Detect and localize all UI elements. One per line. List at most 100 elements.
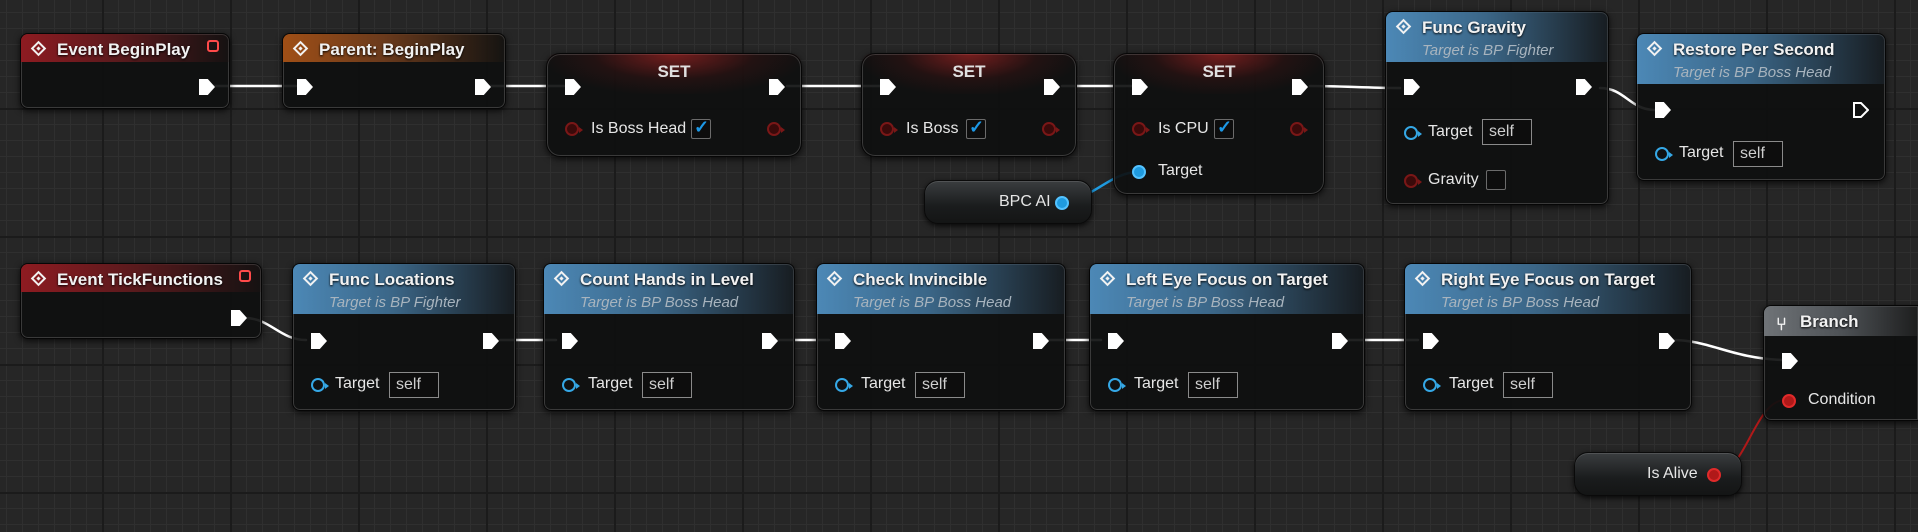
node-title: Left Eye Focus on Target xyxy=(1126,270,1328,289)
branch-icon: ⑂ xyxy=(1776,314,1787,334)
checkmark-icon: ✓ xyxy=(694,117,710,137)
bpc-ai-variable-node[interactable]: BPC AI xyxy=(924,180,1092,224)
target-self-field[interactable]: self xyxy=(1188,372,1238,398)
set-is-boss-node[interactable]: SET Is Boss ✓ xyxy=(861,53,1077,157)
exec-out-pin[interactable] xyxy=(483,333,499,349)
node-title: SET xyxy=(657,62,691,81)
exec-out-pin[interactable] xyxy=(1659,333,1675,349)
target-in-pin[interactable] xyxy=(311,378,329,392)
object-out-pin[interactable] xyxy=(1055,196,1069,210)
node-subtitle: Target is BP Boss Head xyxy=(1673,64,1832,81)
node-title: Parent: BeginPlay xyxy=(319,40,465,59)
bool-out-pin[interactable] xyxy=(1290,122,1308,136)
node-subtitle: Target is BP Fighter xyxy=(329,294,461,311)
target-label: Target xyxy=(1428,123,1473,140)
exec-in-pin[interactable] xyxy=(835,333,851,349)
exec-out-pin[interactable] xyxy=(231,310,247,326)
check-invincible-node[interactable]: Check Invincible Target is BP Boss Head … xyxy=(816,263,1066,411)
target-label: Target xyxy=(1449,375,1494,392)
event-beginplay-node[interactable]: Event BeginPlay xyxy=(20,33,230,109)
restore-per-second-node[interactable]: Restore Per Second Target is BP Boss Hea… xyxy=(1636,33,1886,181)
node-title: Func Locations xyxy=(329,270,455,289)
checkmark-icon: ✓ xyxy=(1217,117,1233,137)
target-label: Target xyxy=(861,375,906,392)
exec-in-pin[interactable] xyxy=(562,333,578,349)
target-in-pin[interactable] xyxy=(1423,378,1441,392)
exec-out-pin[interactable] xyxy=(1576,79,1592,95)
left-eye-focus-node[interactable]: Left Eye Focus on Target Target is BP Bo… xyxy=(1089,263,1365,411)
target-self-field[interactable]: self xyxy=(1733,141,1783,167)
node-subtitle: Target is BP Boss Head xyxy=(1126,294,1285,311)
exec-out-pin[interactable] xyxy=(762,333,778,349)
branch-node[interactable]: ⑂ Branch Condition xyxy=(1763,305,1918,421)
node-subtitle: Target is BP Boss Head xyxy=(580,294,739,311)
target-self-field[interactable]: self xyxy=(642,372,692,398)
target-in-pin[interactable] xyxy=(1108,378,1126,392)
node-subtitle: Target is BP Boss Head xyxy=(853,294,1012,311)
target-self-field[interactable]: self xyxy=(389,372,439,398)
exec-out-pin[interactable] xyxy=(475,79,491,95)
node-title: Count Hands in Level xyxy=(580,270,754,289)
is-boss-head-checkbox[interactable]: ✓ xyxy=(691,117,711,139)
exec-in-pin[interactable] xyxy=(297,79,313,95)
exec-in-pin[interactable] xyxy=(1404,79,1420,95)
variable-label: Is CPU xyxy=(1158,120,1209,137)
delegate-square-icon[interactable] xyxy=(207,40,219,52)
condition-in-pin[interactable] xyxy=(1782,394,1796,408)
target-in-pin[interactable] xyxy=(1655,147,1673,161)
count-hands-in-level-node[interactable]: Count Hands in Level Target is BP Boss H… xyxy=(543,263,795,411)
is-alive-variable-node[interactable]: Is Alive xyxy=(1574,452,1742,496)
exec-in-pin[interactable] xyxy=(1655,102,1671,118)
node-title: Event BeginPlay xyxy=(57,40,191,59)
right-eye-focus-node[interactable]: Right Eye Focus on Target Target is BP B… xyxy=(1404,263,1692,411)
variable-label: Is Boss xyxy=(906,120,959,137)
exec-in-pin[interactable] xyxy=(1423,333,1439,349)
bool-in-pin[interactable] xyxy=(1132,122,1150,136)
gravity-checkbox[interactable] xyxy=(1486,170,1506,190)
exec-out-pin[interactable] xyxy=(1332,333,1348,349)
exec-out-pin[interactable] xyxy=(199,79,215,95)
gravity-in-pin[interactable] xyxy=(1404,174,1422,188)
is-cpu-checkbox[interactable]: ✓ xyxy=(1214,117,1234,139)
node-title: Check Invincible xyxy=(853,270,988,289)
exec-out-pin[interactable] xyxy=(1853,102,1869,118)
exec-in-pin[interactable] xyxy=(1108,333,1124,349)
target-in-pin[interactable] xyxy=(835,378,853,392)
target-self-field[interactable]: self xyxy=(1503,372,1553,398)
node-title: Restore Per Second xyxy=(1673,40,1835,59)
node-subtitle: Target is BP Boss Head xyxy=(1441,294,1600,311)
target-in-pin[interactable] xyxy=(562,378,580,392)
bool-in-pin[interactable] xyxy=(880,122,898,136)
node-subtitle: Target is BP Fighter xyxy=(1422,42,1554,59)
bool-out-pin[interactable] xyxy=(1707,468,1721,482)
set-is-boss-head-node[interactable]: SET Is Boss Head ✓ xyxy=(546,53,802,157)
delegate-square-icon[interactable] xyxy=(239,270,251,282)
target-label: Target xyxy=(1158,162,1203,179)
parent-beginplay-node[interactable]: Parent: BeginPlay xyxy=(282,33,506,109)
bool-in-pin[interactable] xyxy=(565,122,583,136)
variable-label: Is Alive xyxy=(1647,465,1698,482)
exec-in-pin[interactable] xyxy=(311,333,327,349)
event-tickfunctions-node[interactable]: Event TickFunctions xyxy=(20,263,262,339)
target-label: Target xyxy=(1134,375,1179,392)
target-self-field[interactable]: self xyxy=(915,372,965,398)
is-boss-checkbox[interactable]: ✓ xyxy=(966,117,986,139)
variable-label: Is Boss Head xyxy=(591,120,687,137)
variable-label: BPC AI xyxy=(999,193,1051,210)
target-label: Target xyxy=(588,375,633,392)
bool-out-pin[interactable] xyxy=(767,122,785,136)
func-locations-node[interactable]: Func Locations Target is BP Fighter Targ… xyxy=(292,263,516,411)
target-self-field[interactable]: self xyxy=(1482,119,1532,145)
checkmark-icon: ✓ xyxy=(969,117,985,137)
condition-label: Condition xyxy=(1808,391,1876,408)
target-label: Target xyxy=(335,375,380,392)
node-title: SET xyxy=(952,62,986,81)
set-is-cpu-node[interactable]: SET Is CPU ✓ Target xyxy=(1113,53,1325,195)
target-in-pin[interactable] xyxy=(1404,126,1422,140)
func-gravity-node[interactable]: Func Gravity Target is BP Fighter Target… xyxy=(1385,11,1609,205)
exec-out-pin[interactable] xyxy=(1033,333,1049,349)
target-label: Target xyxy=(1679,144,1724,161)
bool-out-pin[interactable] xyxy=(1042,122,1060,136)
exec-in-pin[interactable] xyxy=(1782,353,1798,369)
target-in-pin[interactable] xyxy=(1132,165,1146,179)
